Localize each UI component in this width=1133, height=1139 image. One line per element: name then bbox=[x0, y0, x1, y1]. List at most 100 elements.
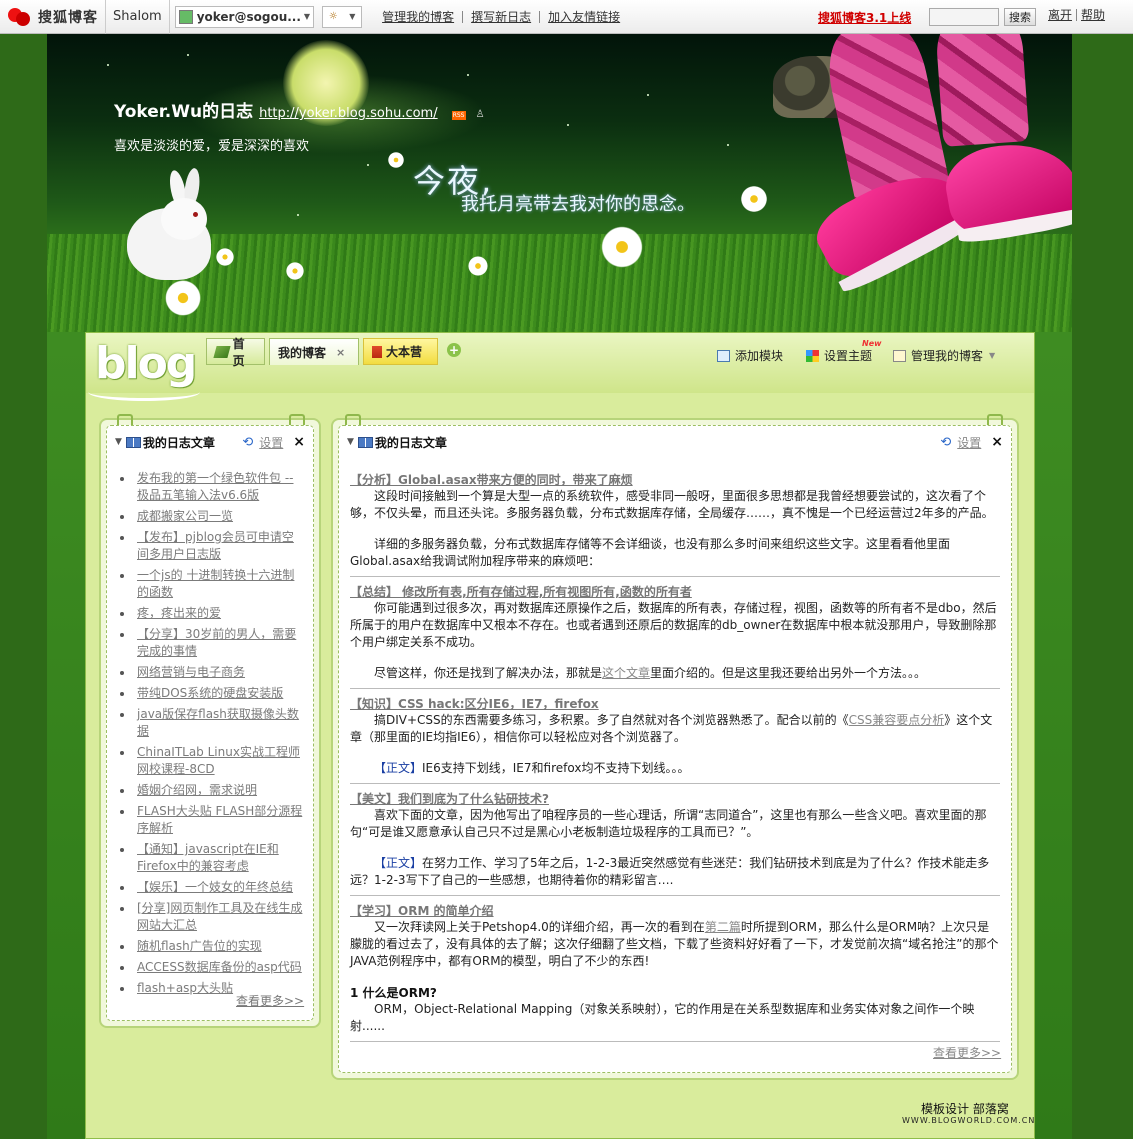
template-credit[interactable]: 模板设计 部落窝 bbox=[921, 1100, 1009, 1117]
article-list-item[interactable]: FLASH大头贴 FLASH部分源程序解析 bbox=[120, 803, 305, 837]
article-paragraph: 搞DIV+CSS的东西需要多练习，多积累。多了自然就对各个浏览器熟悉了。配合以前… bbox=[350, 713, 993, 744]
daisy-flower bbox=[599, 226, 645, 268]
mood-selector[interactable]: ☼ ▼ bbox=[322, 5, 363, 28]
account-dropdown[interactable]: yoker@sogou... ▼ bbox=[174, 5, 315, 28]
article-list-item[interactable]: 【娱乐】一个妓女的年终总结 bbox=[120, 879, 305, 896]
link-write-post[interactable]: 撰写新日志 bbox=[463, 10, 541, 23]
daisy-flower bbox=[215, 248, 235, 266]
refresh-icon[interactable]: ⟲ bbox=[940, 435, 951, 450]
link-add-friend-link[interactable]: 加入友情链接 bbox=[540, 11, 628, 23]
view-more-link[interactable]: 查看更多>> bbox=[933, 1044, 1001, 1061]
divider bbox=[350, 783, 1000, 784]
article-list-item[interactable]: 发布我的第一个绿色软件包 --极品五笔输入法v6.6版 bbox=[120, 470, 305, 504]
logo-swoosh bbox=[88, 383, 200, 401]
banner-tagline: 今夜, 我托月亮带去我对你的思念。 bbox=[413, 156, 695, 215]
daisy-flower bbox=[387, 152, 405, 168]
template-url: WWW.BLOGWORLD.COM.CN bbox=[902, 1116, 1036, 1125]
body-marker: 【正文】 bbox=[374, 856, 423, 870]
article-list-item[interactable]: 带纯DOS系统的硬盘安装版 bbox=[120, 685, 305, 702]
collapse-icon[interactable]: ▼ bbox=[115, 437, 122, 447]
article-paragraph: 【正文】在努力工作、学习了5年之后，1-2-3最近突然感觉有些迷茫：我们钻研技术… bbox=[350, 856, 990, 887]
manage-blog-button[interactable]: 管理我的博客 ▼ bbox=[893, 347, 995, 364]
article-list-item[interactable]: 【分享】30岁前的男人，需要完成的事情 bbox=[120, 626, 305, 660]
top-links: 管理我的博客 撰写新日志 加入友情链接 bbox=[374, 10, 628, 23]
set-theme-label: 设置主题 bbox=[824, 349, 873, 363]
module-header: ▼ 我的日志文章 ⟲ 设置 × bbox=[115, 430, 305, 454]
tagline-small: 我托月亮带去我对你的思念。 bbox=[461, 194, 695, 215]
tab-home[interactable]: 首页 bbox=[206, 337, 265, 368]
set-theme-button[interactable]: 设置主题 bbox=[806, 347, 872, 364]
rabbit-illustration bbox=[113, 167, 213, 280]
tab-my-blog-label: 我的博客 bbox=[278, 345, 327, 360]
article-list-item[interactable]: 【发布】pjblog会员可申请空间多用户日志版 bbox=[120, 529, 305, 563]
article-paragraph: ORM，Object-Relational Mapping（对象关系映射），它的… bbox=[350, 1002, 975, 1033]
module-settings-link[interactable]: 设置 bbox=[957, 434, 981, 451]
close-icon[interactable]: × bbox=[293, 434, 305, 450]
sohu-blog-logo[interactable]: 搜狐博客 bbox=[0, 0, 106, 34]
article-list-item[interactable]: 【通知】javascript在IE和Firefox中的兼容考虑 bbox=[120, 841, 305, 875]
article-title[interactable]: 【美文】我们到底为了什么钻研技术? bbox=[350, 792, 549, 806]
inline-link[interactable]: 第二篇 bbox=[705, 920, 741, 934]
daisy-flower bbox=[739, 186, 769, 212]
blog-logo-text: blog bbox=[95, 338, 197, 389]
module-title: 我的日志文章 bbox=[374, 435, 447, 450]
article-list-item[interactable]: ChinaITLab Linux实战工程师网校课程-8CD bbox=[120, 744, 305, 778]
star bbox=[727, 144, 729, 146]
article-list-item[interactable]: 成都搬家公司一览 bbox=[120, 508, 305, 525]
link-manage-blog[interactable]: 管理我的博客 bbox=[374, 10, 464, 23]
article-list-item[interactable]: java版保存flash获取摄像头数据 bbox=[120, 706, 305, 740]
brand-name: 搜狐博客 bbox=[38, 9, 98, 26]
flag-icon bbox=[372, 345, 382, 358]
close-icon[interactable]: × bbox=[991, 434, 1003, 450]
promo-link[interactable]: 搜狐博客3.1上线 bbox=[818, 9, 911, 26]
article-paragraph: 你可能遇到过很多次，再对数据库还原操作之后，数据库的所有表，存储过程，视图，函数… bbox=[350, 601, 997, 649]
article-list-item[interactable]: [分享]网页制作工具及在线生成网站大汇总 bbox=[120, 900, 305, 934]
new-badge: New bbox=[862, 339, 882, 348]
tab-my-blog[interactable]: 我的博客 × bbox=[269, 338, 359, 365]
article-list-item[interactable]: 一个js的 十进制转换十六进制的函数 bbox=[120, 567, 305, 601]
article-title[interactable]: 【知识】CSS hack:区分IE6，IE7，firefox bbox=[350, 697, 599, 711]
article-list-item[interactable]: 随机flash广告位的实现 bbox=[120, 938, 305, 955]
collapse-icon[interactable]: ▼ bbox=[347, 437, 354, 447]
article-paragraph: 【正文】IE6支持下划线，IE7和firefox均不支持下划线。。。 bbox=[374, 761, 690, 775]
book-icon bbox=[125, 436, 141, 448]
tab-close-icon[interactable]: × bbox=[336, 346, 345, 359]
blog-name[interactable]: Yoker.Wu的日志 bbox=[114, 97, 253, 122]
palette-icon bbox=[806, 349, 819, 362]
help-link[interactable]: 帮助 bbox=[1077, 9, 1109, 21]
module-settings-link[interactable]: 设置 bbox=[259, 434, 283, 451]
add-module-button[interactable]: 添加模块 bbox=[717, 347, 783, 364]
manage-blog-label: 管理我的博客 bbox=[911, 349, 984, 363]
person-icon[interactable]: ♙ bbox=[476, 109, 486, 120]
view-more-link[interactable]: 查看更多>> bbox=[236, 992, 304, 1009]
article-title[interactable]: 【总结】 修改所有表,所有存储过程,所有视图所有,函数的所有者 bbox=[350, 585, 692, 599]
rss-icon[interactable]: RSS bbox=[451, 111, 466, 120]
user-name[interactable]: Shalom bbox=[106, 0, 170, 34]
article-list-item[interactable]: 疼，疼出来的爱 bbox=[120, 605, 305, 622]
refresh-icon[interactable]: ⟲ bbox=[242, 435, 253, 450]
chevron-down-icon: ▼ bbox=[303, 12, 311, 21]
article-list-item[interactable]: 网络营销与电子商务 bbox=[120, 664, 305, 681]
add-module-label: 添加模块 bbox=[735, 349, 784, 363]
article-title[interactable]: 【分析】Global.asax带来方便的同时，带来了麻烦 bbox=[350, 473, 633, 487]
search-button[interactable]: 搜索 bbox=[1004, 8, 1036, 26]
leave-link[interactable]: 离开 bbox=[1044, 9, 1078, 21]
tab-base-camp[interactable]: 大本营 bbox=[363, 338, 438, 365]
article-list-item[interactable]: 婚姻介绍网，需求说明 bbox=[120, 782, 305, 799]
fox-logo-icon bbox=[6, 6, 36, 28]
article-entry: 【美文】我们到底为了什么钻研技术? 喜欢下面的文章，因为他写出了咱程序员的一些心… bbox=[350, 790, 1000, 896]
add-module-icon bbox=[717, 349, 730, 362]
inline-link[interactable]: CSS兼容要点分析 bbox=[849, 713, 945, 727]
divider bbox=[350, 576, 1000, 577]
add-tab-icon[interactable]: + bbox=[447, 343, 461, 357]
module-header: ▼ 我的日志文章 ⟲ 设置 × bbox=[347, 430, 1003, 454]
leg-illustration bbox=[934, 34, 1030, 147]
search-input[interactable] bbox=[929, 8, 999, 26]
article-title[interactable]: 【学习】ORM 的简单介绍 bbox=[350, 904, 494, 918]
blog-url-link[interactable]: http://yoker.blog.sohu.com/ bbox=[259, 106, 438, 121]
book-icon bbox=[357, 436, 373, 448]
article-entry: 【学习】ORM 的简单介绍 又一次拜读网上关于Petshop4.0的详细介绍，再… bbox=[350, 902, 1000, 1042]
avatar bbox=[178, 9, 193, 24]
article-list-item[interactable]: ACCESS数据库备份的asp代码 bbox=[120, 959, 305, 976]
inline-link[interactable]: 这个文章 bbox=[602, 666, 650, 680]
